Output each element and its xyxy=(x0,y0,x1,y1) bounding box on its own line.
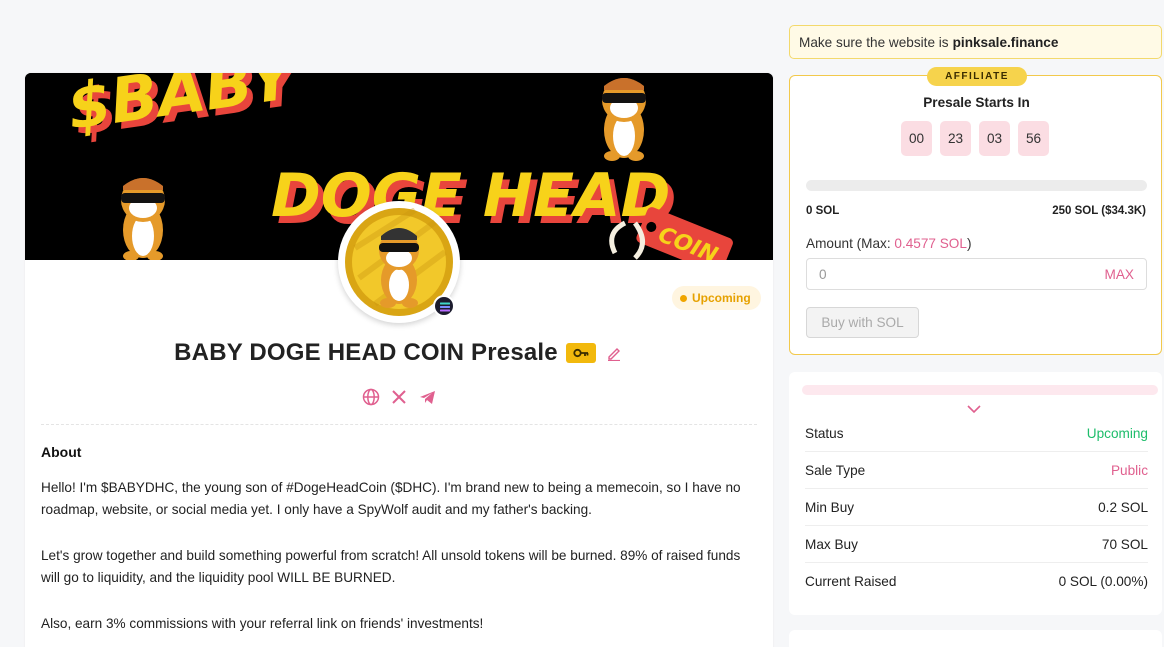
affiliate-badge: AFFILIATE xyxy=(927,67,1027,86)
info-progress-bar xyxy=(802,385,1158,395)
presale-card: AFFILIATE Presale Starts In 00 23 03 56 … xyxy=(789,67,1162,355)
banner-text-2: DOGE HEAD xyxy=(271,161,670,231)
info-row-status: Status Upcoming xyxy=(805,415,1148,452)
about-paragraph: Also, earn 3% commissions with your refe… xyxy=(41,616,484,631)
globe-icon[interactable] xyxy=(362,388,380,406)
key-icon xyxy=(565,343,596,363)
info-label: Sale Type xyxy=(805,462,866,478)
amount-input-value[interactable]: 0 xyxy=(819,267,827,282)
info-value: 0.2 SOL xyxy=(1098,499,1148,515)
about-paragraph: Hello! I'm $BABYDHC, the young son of #D… xyxy=(41,480,741,517)
social-links xyxy=(25,388,773,406)
countdown-timer: 00 23 03 56 xyxy=(901,121,1049,156)
raise-progress-bar xyxy=(806,180,1147,191)
project-logo xyxy=(338,201,460,323)
status-badge: Upcoming xyxy=(672,286,761,310)
notice-domain: pinksale.finance xyxy=(952,34,1059,50)
doge-mascot-left xyxy=(121,178,165,260)
info-row-sale-type: Sale Type Public xyxy=(805,452,1148,489)
status-badge-label: Upcoming xyxy=(692,291,751,305)
amount-max-value: 0.4577 SOL xyxy=(894,236,967,251)
countdown-seconds: 56 xyxy=(1018,121,1049,156)
info-value: Public xyxy=(1110,462,1148,478)
solana-chain-icon xyxy=(433,295,455,317)
info-label: Current Raised xyxy=(805,574,897,589)
max-button[interactable]: MAX xyxy=(1105,267,1134,282)
project-card: $BABY $BABY DOGE HEAD DOGE HEAD COIN Upc… xyxy=(25,73,773,647)
x-twitter-icon[interactable] xyxy=(390,388,408,406)
info-row-current-raised: Current Raised 0 SOL (0.00%) xyxy=(805,563,1148,600)
amount-input[interactable]: 0 MAX xyxy=(806,258,1147,290)
presale-starts-label: Presale Starts In xyxy=(923,95,1030,110)
buy-button[interactable]: Buy with SOL xyxy=(806,307,919,338)
info-value: 70 SOL xyxy=(1101,536,1148,552)
info-row-max-buy: Max Buy 70 SOL xyxy=(805,526,1148,563)
about-paragraph: Let's grow together and build something … xyxy=(41,548,741,585)
edit-icon[interactable] xyxy=(604,343,624,363)
website-notice: Make sure the website is pinksale.financ… xyxy=(789,25,1162,59)
info-label: Max Buy xyxy=(805,536,858,552)
countdown-minutes: 03 xyxy=(979,121,1010,156)
notice-text: Make sure the website is xyxy=(799,34,949,50)
countdown-days: 00 xyxy=(901,121,932,156)
raised-amount: 0 SOL xyxy=(806,205,840,217)
amount-label: Amount (Max: 0.4577 SOL) xyxy=(806,236,971,251)
telegram-icon[interactable] xyxy=(418,388,436,406)
amount-label-suffix: ) xyxy=(966,236,972,251)
sale-info-card: Status Upcoming Sale Type Public Min Buy… xyxy=(789,372,1162,615)
section-divider xyxy=(41,424,757,425)
info-value: 0 SOL (0.00%) xyxy=(1058,574,1148,589)
next-card xyxy=(789,630,1162,647)
info-row-min-buy: Min Buy 0.2 SOL xyxy=(805,489,1148,526)
info-label: Min Buy xyxy=(805,499,855,515)
countdown-hours: 23 xyxy=(940,121,971,156)
info-label: Status xyxy=(805,425,844,441)
amount-label-prefix: Amount (Max: xyxy=(806,236,895,251)
hard-cap-amount: 250 SOL ($34.3K) xyxy=(1052,205,1146,217)
page-title: BABY DOGE HEAD COIN Presale xyxy=(174,339,558,366)
status-dot-icon xyxy=(680,294,687,302)
about-heading: About xyxy=(41,444,82,460)
title-row: BABY DOGE HEAD COIN Presale xyxy=(25,339,773,367)
info-value: Upcoming xyxy=(1086,425,1148,441)
